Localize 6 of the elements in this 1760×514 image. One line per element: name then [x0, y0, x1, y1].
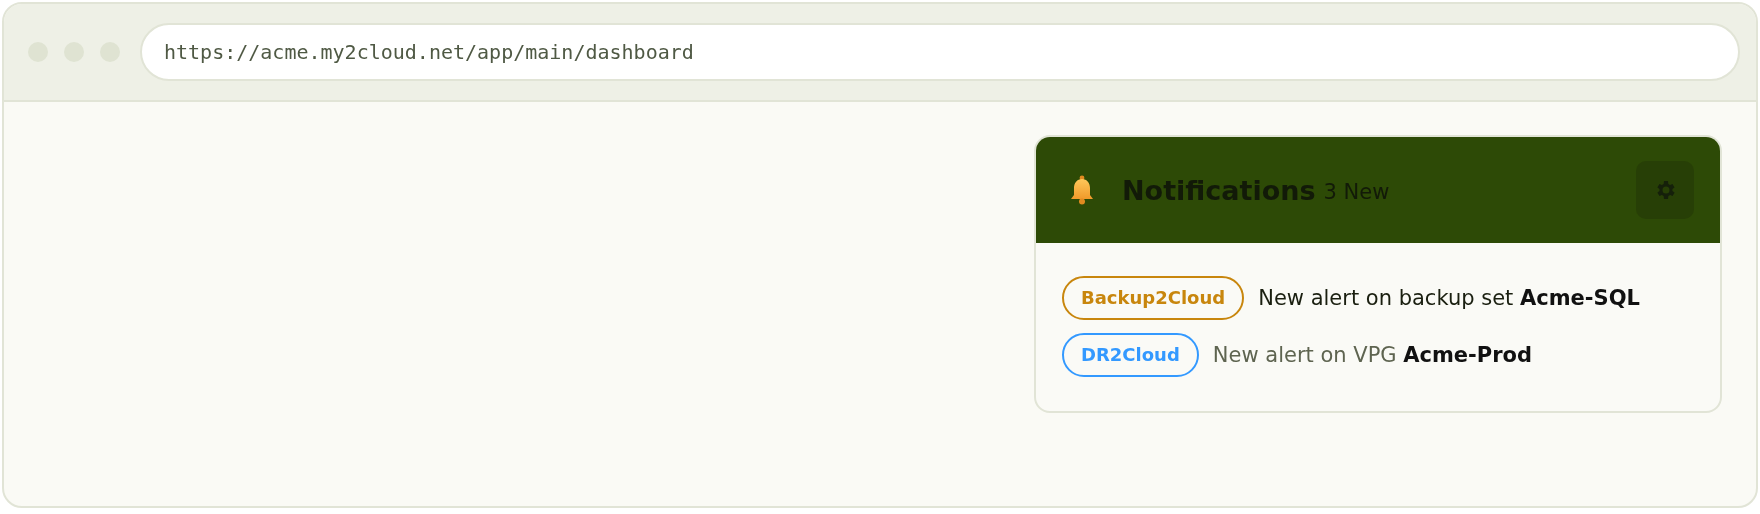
- settings-button[interactable]: [1636, 161, 1694, 219]
- notification-message: New alert on VPG Acme-Prod: [1212, 343, 1532, 367]
- address-bar[interactable]: https://acme.my2cloud.net/app/main/dashboard: [140, 23, 1740, 81]
- notification-message: New alert on backup set Acme-SQL: [1258, 286, 1640, 310]
- source-tag[interactable]: Backup2Cloud: [1062, 276, 1245, 320]
- source-tag[interactable]: DR2Cloud: [1062, 333, 1199, 377]
